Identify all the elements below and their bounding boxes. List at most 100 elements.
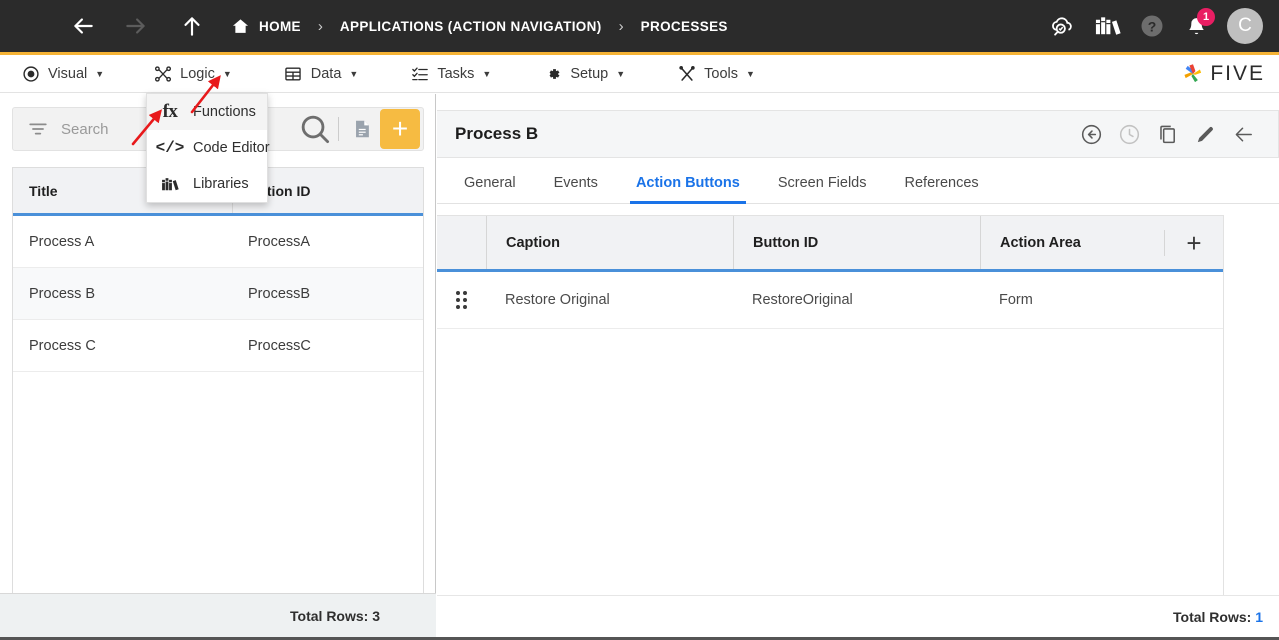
tab-action-buttons[interactable]: Action Buttons [629,175,746,204]
total-rows-label: Total Rows: 3 [290,607,380,624]
chevron-down-icon: ▼ [222,68,232,79]
detail-header: Process B [437,110,1279,158]
column-header-drag [437,216,486,269]
plus-icon: + [1186,227,1202,258]
table-row[interactable]: Process C ProcessC [13,320,423,372]
hamburger-menu-icon[interactable] [25,18,47,34]
tab-screen-fields[interactable]: Screen Fields [772,175,873,203]
home-icon [232,18,249,33]
edit-pencil-icon[interactable] [1186,115,1224,153]
page-title: Process B [455,124,539,143]
column-header-caption[interactable]: Caption [486,216,733,269]
application-window: HOME › APPLICATIONS (ACTION NAVIGATION) … [0,0,1279,640]
cell-action-area: Form [999,292,1033,308]
cell-caption: Restore Original [505,292,610,308]
tools-icon [677,64,696,83]
filter-icon[interactable] [27,118,49,140]
tab-events[interactable]: Events [548,175,604,203]
menu-option-libraries[interactable]: Libraries [147,166,267,202]
menu-item-data[interactable]: Data ▼ [277,55,366,93]
menu-option-label: Libraries [193,176,249,192]
search-icon[interactable] [297,111,333,147]
cell-action-id: ProcessC [248,337,311,354]
code-brackets-icon: </> [155,139,185,157]
tab-general[interactable]: General [458,175,522,203]
cell-title: Process A [29,233,95,250]
menu-option-label: Code Editor [193,140,270,156]
action-buttons-grid: Caption Button ID Action Area + Restore … [437,215,1224,637]
back-arrow-icon[interactable] [66,9,100,43]
add-process-button[interactable]: + [380,109,420,149]
cell-title: Process C [29,337,96,354]
back-circle-icon[interactable] [1072,115,1110,153]
brand-name: FIVE [1210,62,1265,85]
eye-icon [21,64,40,83]
detail-header-actions [1072,115,1262,153]
total-rows-prefix: Total Rows: [1173,608,1256,625]
svg-text:?: ? [1148,18,1157,34]
menu-label-data: Data [310,65,342,82]
table-row[interactable]: Restore Original RestoreOriginal Form [437,272,1223,329]
menu-item-visual[interactable]: Visual ▼ [14,55,111,93]
total-rows-value: 1 [1255,608,1263,625]
module-menu-bar: Visual ▼ Logic ▼ Data ▼ Tasks ▼ Setup ▼ … [0,55,1279,93]
table-row[interactable]: Process B ProcessB [13,268,423,320]
top-bar-actions: ? 1 C [1033,0,1263,52]
column-header-button-id[interactable]: Button ID [733,216,980,269]
logic-dropdown-menu: fx Functions </> Code Editor Libraries [146,93,270,203]
add-action-button[interactable]: + [1164,227,1223,258]
breadcrumb-item-processes[interactable]: PROCESSES [641,19,728,34]
cell-button-id: RestoreOriginal [752,292,853,308]
detail-tabs: General Events Action Buttons Screen Fie… [437,158,1279,204]
five-pinwheel-icon [1184,64,1202,83]
up-arrow-icon[interactable] [175,9,209,43]
menu-item-logic[interactable]: Logic ▼ [146,55,239,93]
total-rows-label: Total Rows: 1 [1173,609,1263,625]
help-icon[interactable]: ? [1137,11,1167,41]
menu-label-tasks: Tasks [437,65,475,82]
search-bar-actions: + [297,109,423,149]
close-arrow-icon[interactable] [1224,115,1262,153]
gear-icon [543,64,562,83]
plus-icon: + [391,113,409,144]
books-library-icon[interactable] [1091,11,1123,41]
breadcrumb-home[interactable]: HOME [231,17,301,36]
processes-grid: Title Action ID Process A ProcessA Proce… [12,167,424,627]
menu-option-label: Functions [193,104,256,120]
chevron-down-icon: ▼ [616,68,626,79]
books-icon [159,174,181,194]
user-avatar[interactable]: C [1227,8,1263,44]
breadcrumb-separator-2: › [618,17,624,35]
notifications-bell-icon[interactable]: 1 [1181,8,1215,41]
checklist-icon [410,64,429,83]
breadcrumb-separator-1: › [317,17,323,35]
table-row[interactable]: Process A ProcessA [13,216,423,268]
menu-item-tools[interactable]: Tools ▼ [670,55,762,93]
menu-label-visual: Visual [48,65,88,82]
chevron-down-icon: ▼ [95,68,105,79]
history-clock-icon[interactable] [1110,115,1148,153]
action-buttons-grid-footer: Total Rows: 1 [437,595,1279,637]
column-header-action-area[interactable]: Action Area [980,216,1164,269]
chevron-down-icon: ▼ [482,68,492,79]
toolbar-divider [338,117,339,141]
document-icon[interactable] [344,111,380,147]
menu-item-setup[interactable]: Setup ▼ [536,55,632,93]
action-buttons-grid-header: Caption Button ID Action Area + [437,216,1223,272]
breadcrumb-item-applications[interactable]: APPLICATIONS (ACTION NAVIGATION) [340,19,602,34]
process-detail-panel: Process B General Events Action Buttons … [437,94,1279,637]
drag-handle-icon[interactable] [437,272,486,328]
cloud-search-icon[interactable] [1047,11,1077,41]
tab-references[interactable]: References [899,175,985,203]
copy-icon[interactable] [1148,115,1186,153]
menu-option-code-editor[interactable]: </> Code Editor [147,130,270,166]
menu-option-functions[interactable]: fx Functions [147,94,267,130]
cell-action-id: ProcessB [248,285,311,302]
forward-arrow-icon[interactable] [119,9,153,43]
menu-label-setup: Setup [570,65,609,82]
menu-item-tasks[interactable]: Tasks ▼ [403,55,498,93]
table-icon [284,64,303,83]
processes-grid-footer: Total Rows: 3 [0,593,436,637]
menu-label-logic: Logic [180,65,215,82]
chevron-down-icon: ▼ [746,68,755,79]
